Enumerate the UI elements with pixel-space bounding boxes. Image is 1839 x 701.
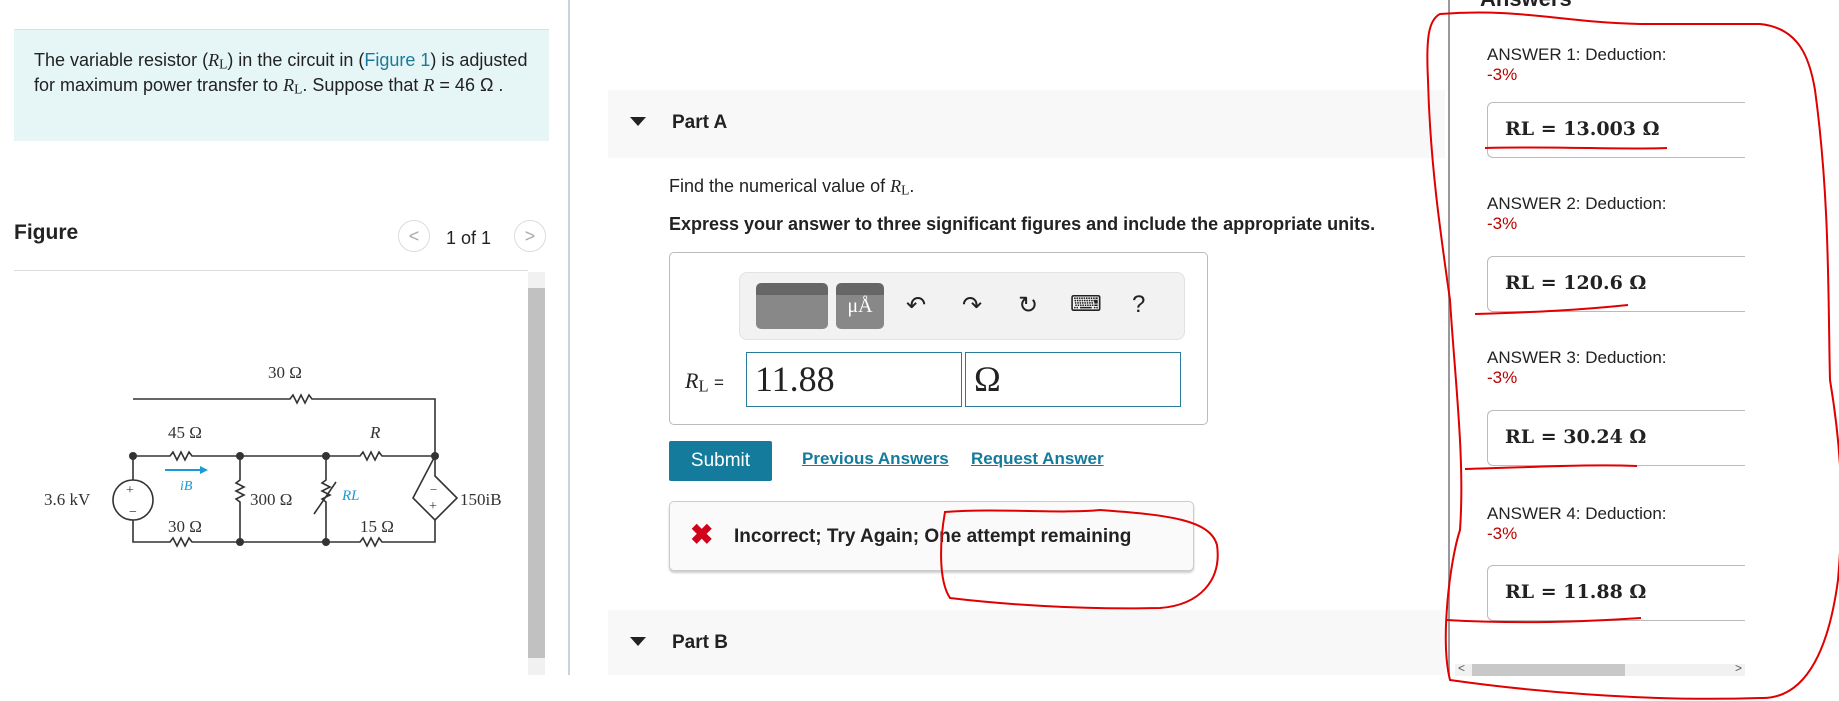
- next-figure-button[interactable]: >: [514, 220, 546, 252]
- part-a-header[interactable]: Part A: [608, 90, 1445, 158]
- part-b-title: Part B: [672, 632, 728, 653]
- answer-2-label: ANSWER 2: Deduction: -3%: [1487, 194, 1667, 233]
- problem-text: = 46 Ω .: [434, 74, 504, 95]
- caret-down-icon: [630, 637, 646, 646]
- scroll-left-icon[interactable]: <: [1458, 661, 1465, 675]
- label-15ohm: 15 Ω: [360, 517, 394, 536]
- answer-1-value: RL = 13.003 Ω: [1487, 102, 1745, 158]
- help-icon[interactable]: ?: [1132, 291, 1145, 319]
- scrollbar-thumb[interactable]: [528, 288, 545, 658]
- math-toolbar: μÅ ↶ ↷ ↻ ⌨ ?: [739, 272, 1185, 340]
- figure-link[interactable]: Figure 1: [364, 50, 430, 70]
- svg-text:+: +: [126, 483, 134, 498]
- svg-text:−: −: [129, 505, 137, 520]
- problem-text: The variable resistor (: [34, 50, 209, 70]
- answer-3-label: ANSWER 3: Deduction: -3%: [1487, 348, 1667, 387]
- instructions: Express your answer to three significant…: [669, 214, 1376, 234]
- part-a-title: Part A: [672, 112, 728, 133]
- question-text: Find the numerical value of RL.: [669, 176, 915, 198]
- keyboard-icon[interactable]: ⌨: [1070, 291, 1102, 317]
- redo-icon[interactable]: ↷: [962, 291, 982, 320]
- label-45ohm: 45 Ω: [168, 423, 202, 442]
- submit-button[interactable]: Submit: [669, 441, 772, 481]
- answer-3-value: RL = 30.24 Ω: [1487, 410, 1745, 466]
- request-answer-link[interactable]: Request Answer: [971, 449, 1104, 469]
- answer-2-value: RL = 120.6 Ω: [1487, 256, 1745, 312]
- scrollbar-thumb[interactable]: [1472, 664, 1625, 676]
- circuit-diagram: + − − + 30 Ω 45 Ω R 3.6 kV iB 300 Ω RL 150…: [44, 363, 502, 548]
- divider: [14, 270, 528, 271]
- reset-icon[interactable]: ↻: [1018, 291, 1038, 320]
- incorrect-icon: ✖: [690, 519, 714, 550]
- chevron-left-icon: <: [408, 226, 420, 246]
- figure-pager: 1 of 1: [446, 228, 492, 248]
- problem-text: . Suppose that: [302, 74, 424, 95]
- svg-text:+: +: [429, 499, 437, 514]
- feedback-text: Incorrect; Try Again; One attempt remain…: [734, 526, 1132, 547]
- label-r: R: [369, 423, 381, 442]
- part-b-header[interactable]: Part B: [608, 610, 1445, 675]
- feedback-message: ✖ Incorrect; Try Again; One attempt rema…: [669, 501, 1194, 571]
- label-30ohm-bottom: 30 Ω: [168, 517, 202, 536]
- scroll-right-icon[interactable]: >: [1735, 661, 1742, 675]
- unit-input[interactable]: Ω: [965, 352, 1181, 407]
- label-source: 3.6 kV: [44, 490, 91, 509]
- answers-heading: Answers: [1480, 0, 1572, 12]
- problem-statement: The variable resistor (RL) in the circui…: [14, 29, 549, 141]
- answer-4-value: RL = 11.88 Ω: [1487, 565, 1745, 621]
- figure-scrollbar[interactable]: [528, 272, 545, 675]
- prev-figure-button[interactable]: <: [398, 220, 430, 252]
- label-300ohm: 300 Ω: [250, 490, 292, 509]
- rl-symbol: RL: [283, 74, 303, 97]
- templates-icon[interactable]: [756, 283, 828, 329]
- label-rl: RL: [341, 488, 360, 504]
- problem-text: ) in the circuit in (: [227, 50, 365, 70]
- answers-horizontal-scrollbar[interactable]: < >: [1455, 661, 1745, 676]
- label-dep-source: 150iB: [460, 490, 502, 509]
- svg-text:−: −: [430, 482, 437, 497]
- label-30ohm-top: 30 Ω: [268, 363, 302, 382]
- answer-1-label: ANSWER 1: Deduction: -3%: [1487, 45, 1667, 84]
- figure-heading: Figure: [14, 221, 79, 244]
- answers-panel-divider: [1448, 0, 1450, 675]
- chevron-right-icon: >: [524, 226, 536, 246]
- panel-divider: [568, 0, 570, 675]
- r-symbol: R: [423, 74, 435, 95]
- undo-icon[interactable]: ↶: [906, 291, 926, 320]
- label-ib: iB: [180, 479, 193, 494]
- units-icon[interactable]: μÅ: [836, 283, 884, 329]
- rl-label: RL =: [685, 368, 724, 396]
- caret-down-icon: [630, 117, 646, 126]
- previous-answers-link[interactable]: Previous Answers: [802, 449, 949, 469]
- rl-symbol: RL: [208, 50, 228, 72]
- value-input[interactable]: 11.88: [746, 352, 962, 407]
- answer-4-label: ANSWER 4: Deduction: -3%: [1487, 504, 1667, 543]
